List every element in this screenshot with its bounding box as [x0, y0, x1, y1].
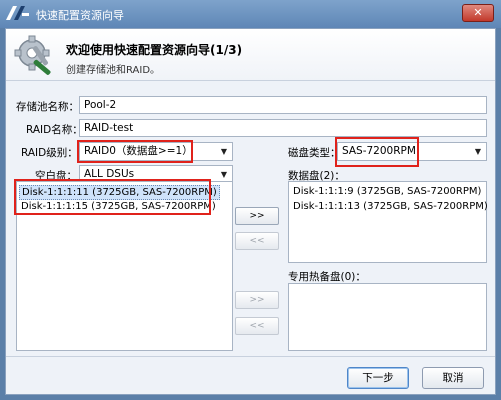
hot-spare-label: 专用热备盘(0)： [288, 271, 366, 283]
pool-name-input[interactable]: Pool-2 [79, 96, 487, 114]
remove-spare-disk-button[interactable]: << [235, 317, 279, 335]
list-item[interactable]: Disk-1:1:1:13 (3725GB, SAS-7200RPM) [291, 200, 490, 213]
next-button[interactable]: 下一步 [347, 367, 409, 389]
hot-spare-list[interactable] [288, 283, 487, 351]
close-button[interactable]: ✕ [462, 4, 494, 22]
free-disk-highlight [14, 179, 211, 215]
window-titlebar: 快速配置资源向导 ✕ [0, 0, 501, 28]
pool-name-label: 存储池名称： [16, 101, 79, 113]
wizard-dialog: 欢迎使用快速配置资源向导(1/3) 创建存储池和RAID。 存储池名称： Poo… [5, 28, 496, 395]
list-item[interactable]: Disk-1:1:1:9 (3725GB, SAS-7200RPM) [291, 185, 483, 198]
disk-type-label: 磁盘类型： [288, 147, 341, 159]
window-title: 快速配置资源向导 [36, 9, 124, 22]
app-logo-icon [6, 6, 29, 20]
raid-name-label: RAID名称： [26, 124, 83, 136]
add-spare-disk-button[interactable]: >> [235, 291, 279, 309]
raid-name-input[interactable]: RAID-test [79, 119, 487, 137]
gear-wrench-icon [14, 35, 51, 75]
footer-divider [6, 356, 495, 357]
dropdown-arrow-icon: ▼ [474, 147, 482, 156]
wizard-title: 欢迎使用快速配置资源向导(1/3) [66, 43, 243, 57]
wizard-header: 欢迎使用快速配置资源向导(1/3) 创建存储池和RAID。 [6, 29, 495, 81]
raid-level-highlight [77, 140, 193, 163]
raid-level-label: RAID级别： [21, 147, 78, 159]
disk-type-highlight [335, 137, 419, 167]
wizard-subtitle: 创建存储池和RAID。 [66, 65, 161, 76]
add-data-disk-button[interactable]: >> [235, 207, 279, 225]
dropdown-arrow-icon: ▼ [220, 147, 228, 156]
remove-data-disk-button[interactable]: << [235, 232, 279, 250]
data-disk-list[interactable]: Disk-1:1:1:9 (3725GB, SAS-7200RPM) Disk-… [288, 181, 490, 263]
cancel-button[interactable]: 取消 [422, 367, 484, 389]
